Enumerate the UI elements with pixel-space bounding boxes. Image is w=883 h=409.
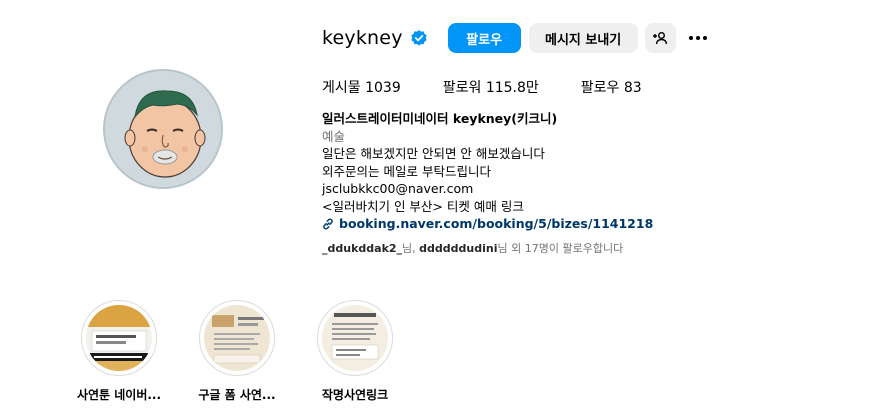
highlight-cover-3-icon bbox=[322, 305, 388, 371]
bio-line-3: <일러바치기 인 부산> 티켓 예매 링크 bbox=[322, 198, 524, 214]
verified-badge-icon bbox=[410, 29, 428, 47]
profile-avatar[interactable] bbox=[103, 69, 223, 189]
highlight-item[interactable]: 사연툰 네이버... bbox=[76, 300, 162, 403]
more-options-icon[interactable] bbox=[687, 23, 709, 53]
followed-by-rest: 님 외 17명이 팔로우합니다 bbox=[497, 242, 624, 255]
external-link-text: booking.naver.com/booking/5/bizes/114121… bbox=[339, 216, 654, 231]
highlight-item[interactable]: 작명사연링크 bbox=[316, 300, 394, 403]
highlight-label: 작명사연링크 bbox=[321, 388, 389, 402]
bio-line-2: 외주문의는 메일로 부탁드립니다 bbox=[322, 163, 491, 179]
following-value: 83 bbox=[623, 80, 642, 96]
followed-by-user-2: ddddddudini bbox=[419, 242, 498, 255]
bio-email: jsclubkkc00@naver.com bbox=[322, 181, 474, 196]
followers-count[interactable]: 팔로워 115.8만 bbox=[443, 77, 539, 97]
highlight-label: 구글 폼 사연... bbox=[198, 388, 276, 402]
highlight-cover-2-icon bbox=[204, 305, 270, 371]
posts-label: 게시물 bbox=[322, 80, 361, 96]
followed-by[interactable]: _ddukddak2_님, ddddddudini님 외 17명이 팔로우합니다 bbox=[322, 240, 623, 256]
link-icon bbox=[323, 218, 333, 230]
bio-line-1: 일단은 해보겠지만 안되면 안 해보겠습니다 bbox=[322, 146, 545, 161]
profile-header: keykney 팔로우 메시지 보내기 bbox=[322, 23, 709, 53]
followed-by-user-1: _ddukddak2_ bbox=[322, 242, 403, 255]
full-name: 일러스트레이터미네이터 keykney(키크니) bbox=[322, 111, 558, 126]
profile-bio: 일러스트레이터미네이터 keykney(키크니) 예술 일단은 해보겠지만 안되… bbox=[322, 110, 653, 233]
username[interactable]: keykney bbox=[322, 27, 403, 49]
posts-value: 1039 bbox=[365, 80, 401, 96]
add-user-icon bbox=[653, 32, 668, 45]
followers-value: 115.8만 bbox=[485, 80, 539, 96]
avatar-illustration bbox=[105, 71, 221, 187]
highlight-item[interactable]: 구글 폼 사연... bbox=[198, 300, 276, 403]
message-button[interactable]: 메시지 보내기 bbox=[528, 23, 638, 53]
category-label: 예술 bbox=[322, 128, 346, 144]
posts-count: 게시물 1039 bbox=[322, 77, 401, 97]
story-highlights: 사연툰 네이버... 구글 폼 사연... 작명사연링크 bbox=[76, 300, 434, 403]
external-link[interactable]: booking.naver.com/booking/5/bizes/114121… bbox=[322, 215, 653, 233]
highlight-cover-1-icon bbox=[86, 305, 152, 371]
suggest-users-button[interactable] bbox=[644, 23, 676, 53]
following-count[interactable]: 팔로우 83 bbox=[581, 77, 642, 97]
profile-stats: 게시물 1039 팔로워 115.8만 팔로우 83 bbox=[322, 77, 684, 97]
follow-button[interactable]: 팔로우 bbox=[447, 23, 521, 53]
followed-by-sep: 님, bbox=[402, 242, 420, 255]
highlight-label: 사연툰 네이버... bbox=[76, 388, 162, 402]
followers-label: 팔로워 bbox=[442, 80, 482, 96]
following-label: 팔로우 bbox=[580, 80, 620, 96]
